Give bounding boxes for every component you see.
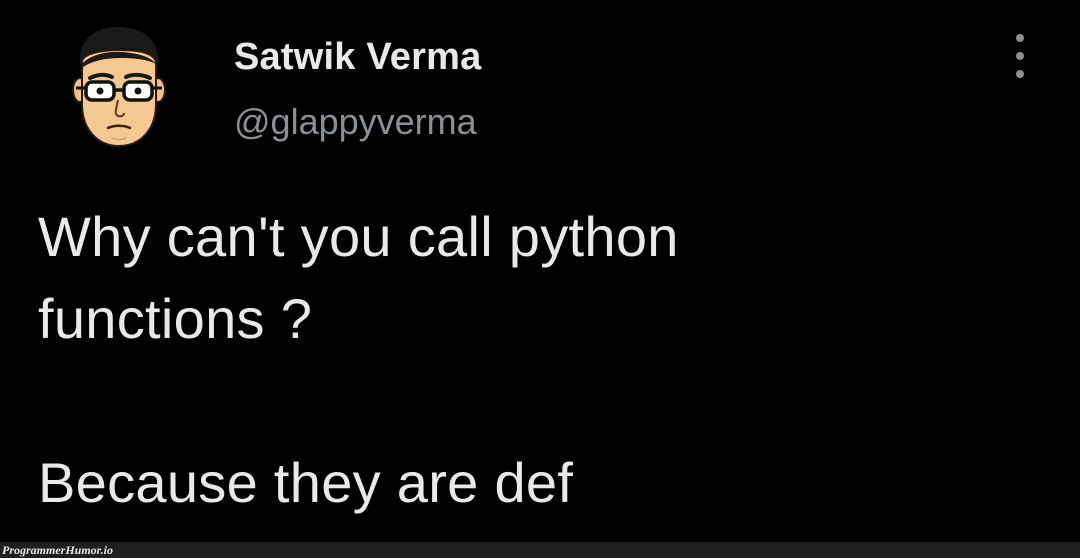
watermark-text: ProgrammerHumor.io xyxy=(2,543,114,557)
tweet-author: Satwik Verma @glappyverma xyxy=(234,34,481,144)
tweet-text-line: Because they are def xyxy=(38,451,574,514)
more-vertical-icon xyxy=(1016,34,1024,42)
cartoon-face-icon xyxy=(72,26,166,148)
author-handle[interactable]: @glappyverma xyxy=(234,100,481,144)
more-vertical-icon-dot xyxy=(1016,70,1024,78)
tweet-text: Why can't you call python functions ? Be… xyxy=(38,196,1048,524)
tweet-text-line: Why can't you call python xyxy=(38,205,679,268)
tweet-text-line: functions ? xyxy=(38,287,313,350)
avatar[interactable] xyxy=(70,24,166,150)
tweet-card: Satwik Verma @glappyverma Why can't you … xyxy=(0,0,1080,542)
more-options-button[interactable] xyxy=(1004,34,1036,78)
author-display-name[interactable]: Satwik Verma xyxy=(234,34,481,80)
watermark-bar: ProgrammerHumor.io xyxy=(0,542,1080,558)
more-vertical-icon-dot xyxy=(1016,52,1024,60)
